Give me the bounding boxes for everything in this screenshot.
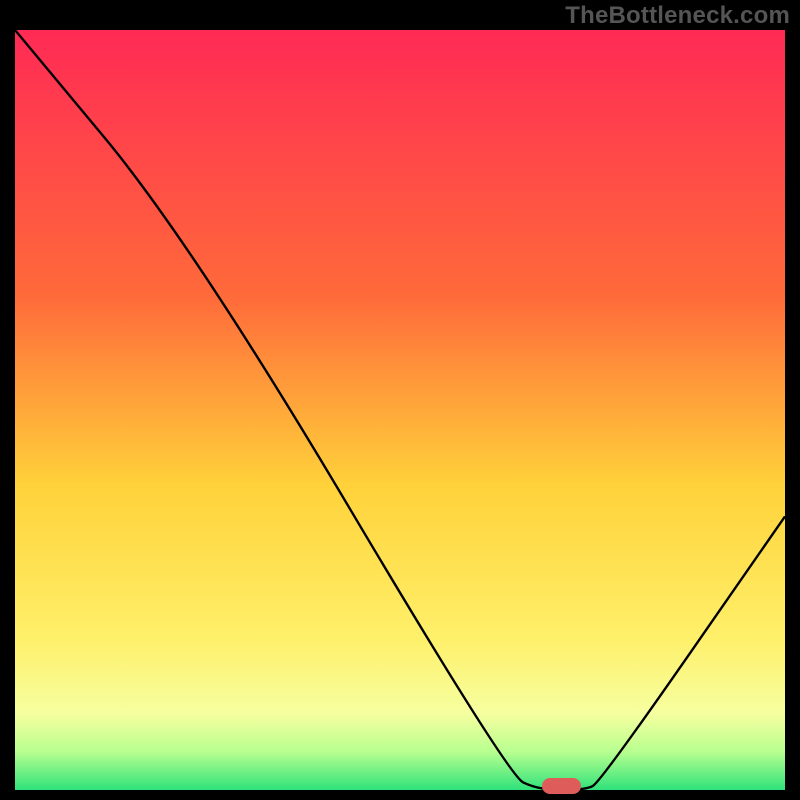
watermark-text: TheBottleneck.com [565, 2, 790, 30]
bottleneck-curve-plot [15, 30, 785, 790]
gradient-background [15, 30, 785, 790]
optimal-point-marker [542, 778, 581, 794]
chart-frame: TheBottleneck.com [0, 0, 800, 800]
